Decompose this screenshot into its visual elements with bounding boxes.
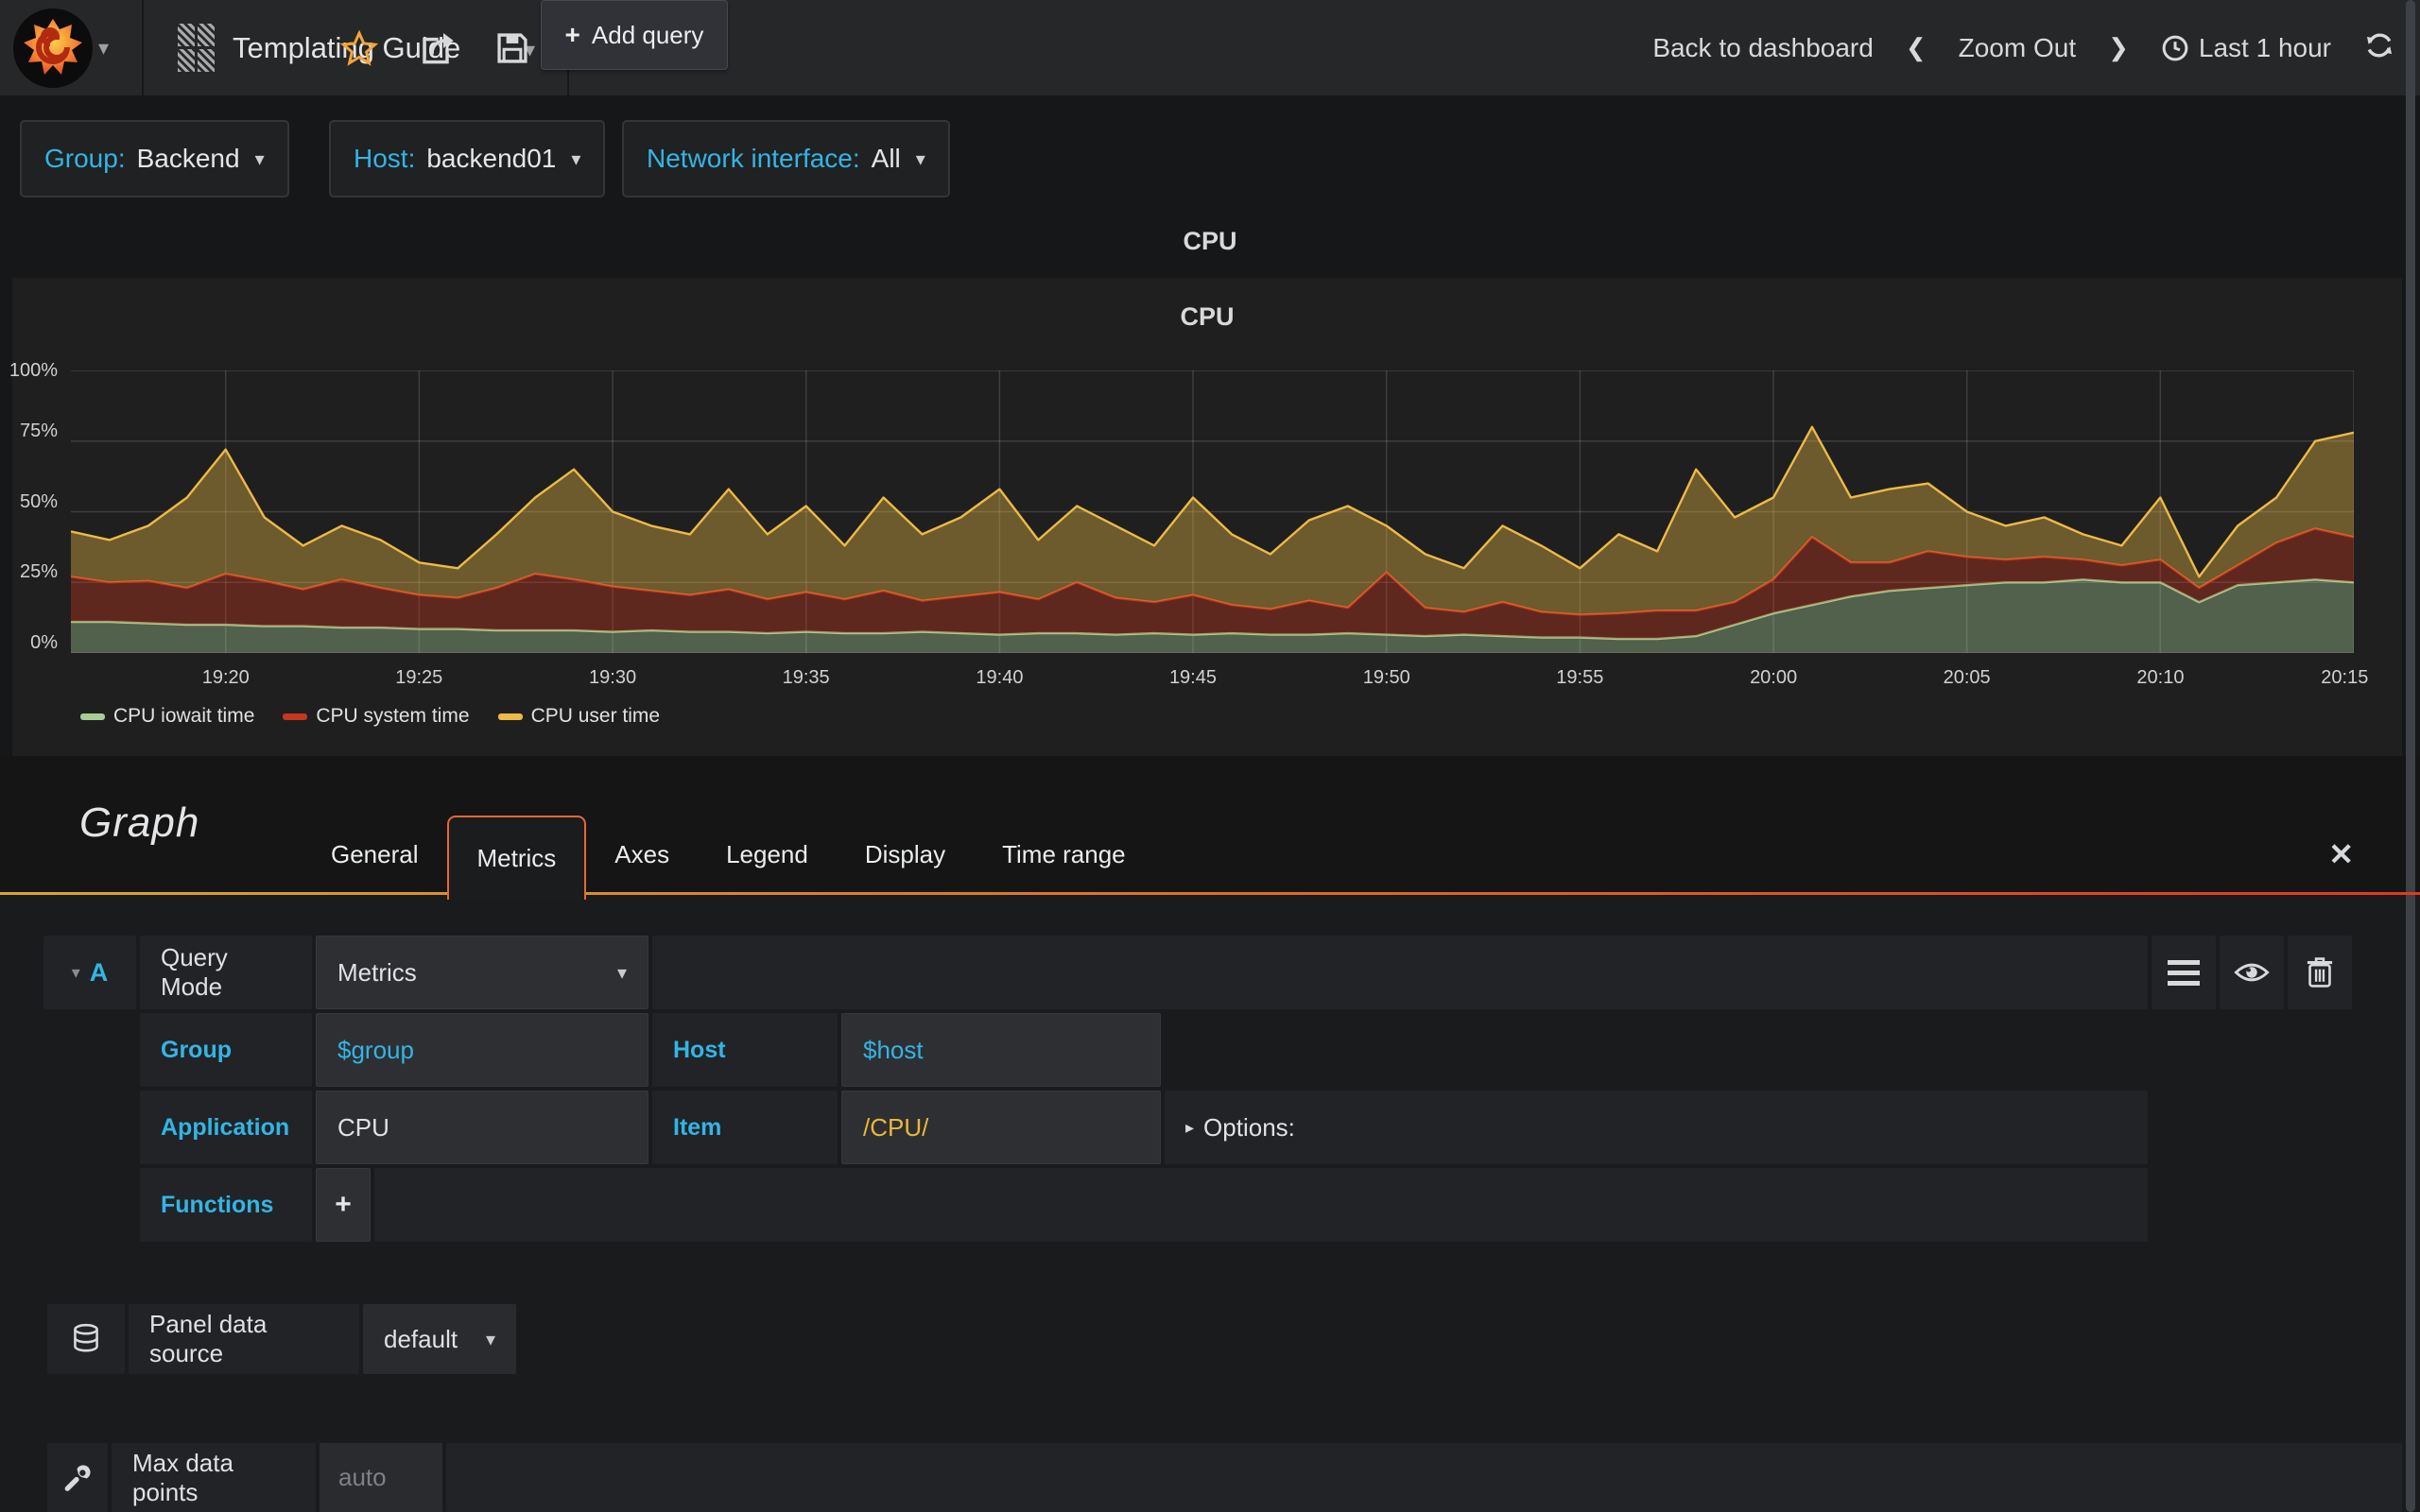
x-axis-labels: 19:20 19:25 19:30 19:35 19:40 19:45 19:5… [201,667,2369,688]
legend-item[interactable]: CPU system time [283,705,470,728]
time-range-picker[interactable]: Last 1 hour [2161,33,2331,63]
panel-editor-header: Graph General Metrics Axes Legend Displa… [0,756,2420,900]
tab-legend[interactable]: Legend [698,814,837,895]
chevron-down-icon: ▾ [571,148,581,170]
max-data-points-label: Max data points [112,1443,316,1512]
refresh-button[interactable] [2363,29,2395,66]
wrench-icon [47,1443,108,1512]
legend-item[interactable]: CPU iowait time [80,705,254,728]
tab-time-range[interactable]: Time range [974,814,1154,895]
back-to-dashboard-button[interactable]: Back to dashboard [1652,33,1874,63]
grafana-logo[interactable] [13,9,93,88]
plus-icon: + [335,1189,352,1220]
star-button[interactable] [333,0,386,95]
options-expand[interactable]: ▸ Options: [1165,1091,2148,1164]
chart-legend: CPU iowait time CPU system time CPU user… [80,705,660,728]
chevron-down-icon: ▾ [616,962,627,984]
dashboard-row-title[interactable]: CPU [0,227,2420,256]
legend-swatch [497,713,523,720]
share-button[interactable] [409,0,462,95]
navbar-divider [142,0,144,95]
variable-group-picker[interactable]: Group: Backend ▾ [20,120,289,198]
top-navbar: ▾ Templating Guide ▾ ⚙ Back to dashboard… [0,0,2420,95]
tab-general[interactable]: General [302,814,447,895]
functions-label: Functions [140,1168,312,1242]
cpu-graph-panel: CPU 0% 25% 50% 75% 100% 19:20 19:25 19:3… [9,278,2402,756]
item-input[interactable]: /CPU/ [841,1091,1161,1164]
group-input[interactable]: $group [316,1013,648,1087]
chart-plot-area[interactable] [70,369,2355,654]
tab-metrics[interactable]: Metrics [446,816,587,900]
query-mode-label: Query Mode [140,936,312,1009]
variable-host-picker[interactable]: Host: backend01 ▾ [329,120,606,198]
close-icon[interactable]: ✕ [2328,836,2354,872]
chart-svg [70,369,2355,654]
y-axis-labels: 0% 25% 50% 75% 100% [9,360,58,653]
tab-axes[interactable]: Axes [586,814,698,895]
group-label: Group [140,1013,312,1087]
editor-tabbar: General Metrics Axes Legend Display Time… [302,814,1154,900]
editor-accent-line [0,892,2420,895]
trash-icon [2307,957,2333,988]
query-menu-button[interactable] [2152,936,2216,1009]
legend-item[interactable]: CPU user time [497,705,660,728]
query-mode-select[interactable]: Metrics ▾ [316,936,648,1009]
max-data-points-input[interactable] [320,1443,442,1512]
query-ref-letter: A [89,957,109,987]
add-query-button[interactable]: + Add query [541,0,728,70]
query-collapse-toggle[interactable]: ▾ A [43,936,136,1009]
chevron-left-icon[interactable]: ❮ [1906,33,1927,62]
host-input[interactable]: $host [841,1013,1161,1087]
panel-type-title: Graph [79,799,200,846]
query-toggle-visibility-button[interactable] [2220,936,2284,1009]
menu-icon [2168,959,2200,986]
chevron-down-icon: ▾ [485,1329,495,1350]
plus-icon: + [564,20,580,49]
zoom-out-button[interactable]: Zoom Out [1959,33,2076,63]
max-data-points-field[interactable] [320,1443,442,1512]
query-row-filler [652,936,2148,1009]
page-scrollbar[interactable] [2406,0,2415,1512]
chevron-down-icon: ▾ [915,148,925,170]
chevron-down-icon[interactable]: ▾ [98,36,109,60]
host-label: Host [652,1013,838,1087]
max-data-points-filler [446,1443,2402,1512]
item-label: Item [652,1091,838,1164]
chevron-right-icon[interactable]: ❯ [2108,33,2129,62]
panel-title[interactable]: CPU [12,302,2402,332]
application-input[interactable]: CPU [316,1091,648,1164]
eye-icon [2234,963,2270,982]
datasource-label: Panel data source [129,1304,359,1374]
query-delete-button[interactable] [2288,936,2352,1009]
datasource-select[interactable]: default ▾ [363,1304,516,1374]
functions-row-filler [374,1168,2148,1242]
variable-netif-picker[interactable]: Network interface: All ▾ [622,120,950,198]
save-button[interactable] [486,0,539,95]
tab-display[interactable]: Display [837,814,974,895]
datasource-icon [47,1304,125,1374]
add-function-button[interactable]: + [316,1168,371,1242]
application-label: Application [140,1091,312,1164]
chevron-right-icon: ▸ [1185,1117,1195,1137]
legend-swatch [80,713,105,720]
legend-swatch [283,713,308,720]
chevron-down-icon: ▾ [254,148,265,170]
clock-icon [2162,35,2188,60]
dashboard-grid-icon [178,24,215,72]
chevron-down-icon: ▾ [71,962,80,982]
